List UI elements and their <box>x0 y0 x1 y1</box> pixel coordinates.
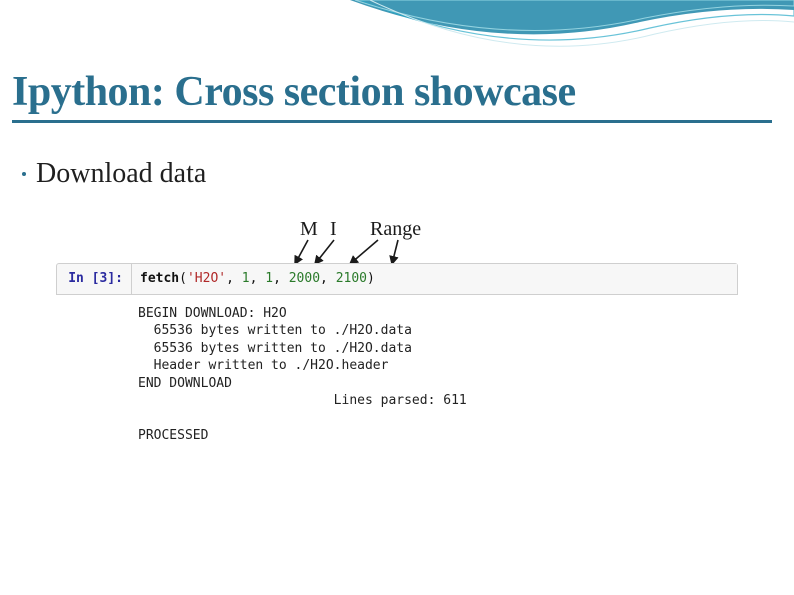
ipython-cell: In [3]: fetch('H2O', 1, 1, 2000, 2100) B… <box>56 263 738 449</box>
code-n2: 1 <box>265 271 273 286</box>
code-close: ) <box>367 271 375 286</box>
code-func: fetch <box>140 271 179 286</box>
code-n1: 1 <box>242 271 250 286</box>
code-open: ( <box>179 271 187 286</box>
cell-output-area: BEGIN DOWNLOAD: H2O 65536 bytes written … <box>56 301 738 449</box>
input-prompt: In [3]: <box>57 264 131 294</box>
code-c1: , <box>226 271 234 286</box>
bullet-marker <box>22 172 26 176</box>
bullet-item: Download data <box>22 158 206 190</box>
input-code: fetch('H2O', 1, 1, 2000, 2100) <box>131 264 737 294</box>
code-n3: 2000 <box>289 271 320 286</box>
cell-output: BEGIN DOWNLOAD: H2O 65536 bytes written … <box>130 301 738 449</box>
code-c3: , <box>273 271 281 286</box>
code-n4: 2100 <box>336 271 367 286</box>
cell-input-area: In [3]: fetch('H2O', 1, 1, 2000, 2100) <box>56 263 738 295</box>
code-c2: , <box>250 271 258 286</box>
slide-title: Ipython: Cross section showcase <box>12 68 772 123</box>
code-str: 'H2O' <box>187 271 226 286</box>
wave-decoration <box>0 0 794 70</box>
bullet-text: Download data <box>36 158 206 190</box>
code-c4: , <box>320 271 328 286</box>
